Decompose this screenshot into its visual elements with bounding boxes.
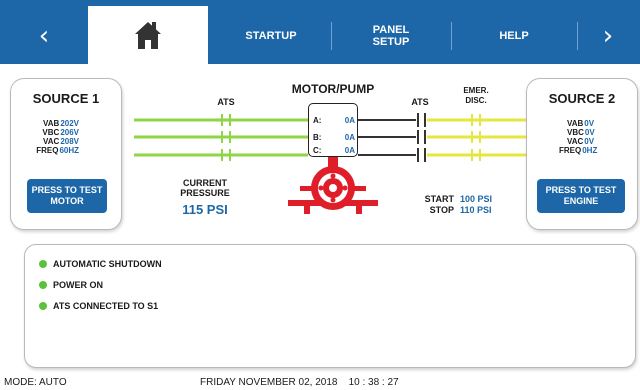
source2-vab: VAB0V — [567, 119, 595, 128]
source1-title: SOURCE 1 — [32, 91, 100, 106]
ats-right-contacts — [417, 113, 426, 162]
source1-vbc: VBC206V — [42, 128, 79, 137]
emer-disc-label: EMER. DISC. — [463, 86, 489, 105]
source2-panel: SOURCE 2 VAB0V VBC0V VAC0V FREQ0HZ PRESS… — [526, 78, 638, 230]
status-indicator-icon — [39, 281, 47, 289]
source2-vbc: VBC0V — [567, 128, 595, 137]
source1-vac: VAC208V — [43, 137, 79, 146]
current-pressure-value: 115 PSI — [182, 202, 228, 217]
test-engine-button[interactable]: PRESS TO TEST ENGINE — [537, 179, 625, 213]
date-time-display: FRIDAY NOVEMBER 02, 2018 10 : 38 : 27 — [200, 377, 399, 388]
test-motor-button[interactable]: PRESS TO TEST MOTOR — [27, 179, 107, 213]
status-item: AUTOMATIC SHUTDOWN — [39, 259, 162, 269]
phase-a-reading: A: 0A — [313, 116, 355, 125]
source1-vab: VAB202V — [43, 119, 79, 128]
phase-c-reading: C: 0A — [313, 146, 355, 155]
ats-left-label: ATS — [217, 97, 235, 107]
status-indicator-icon — [39, 302, 47, 310]
pump-icon — [288, 157, 378, 214]
source2-vac: VAC0V — [567, 137, 595, 146]
source2-freq: FREQ0HZ — [559, 146, 598, 155]
status-item: ATS CONNECTED TO S1 — [39, 301, 158, 311]
ats-right-label: ATS — [411, 97, 429, 107]
stop-label: STOP — [429, 205, 454, 215]
current-pressure-label: CURRENT PRESSURE — [180, 178, 230, 198]
phase-b-reading: B: 0A — [313, 133, 355, 142]
source1-freq: FREQ60HZ — [36, 146, 79, 155]
status-panel: AUTOMATIC SHUTDOWN POWER ON ATS CONNECTE… — [24, 244, 636, 368]
source1-panel: SOURCE 1 VAB202V VBC206V VAC208V FREQ60H… — [10, 78, 122, 230]
status-item: POWER ON — [39, 280, 103, 290]
status-indicator-icon — [39, 260, 47, 268]
source2-title: SOURCE 2 — [548, 91, 616, 106]
start-label: START — [424, 194, 454, 204]
mode-indicator: MODE: AUTO — [4, 377, 67, 388]
motor-current-box: A: 0A B: 0A C: 0A — [308, 103, 358, 157]
stop-pressure-value: 110 PSI — [460, 205, 492, 215]
start-pressure-value: 100 PSI — [460, 194, 493, 204]
motor-pump-title: MOTOR/PUMP — [291, 82, 375, 96]
motor-right-lines — [358, 119, 416, 156]
